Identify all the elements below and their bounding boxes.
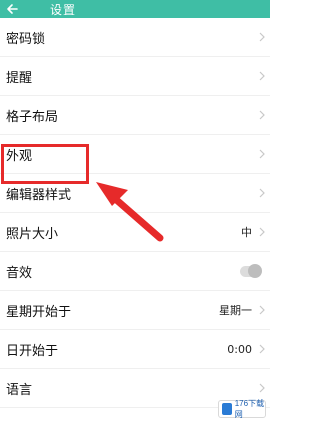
setting-value: 0:00 [227,342,252,356]
chevron-right-icon [258,71,266,81]
chevron-right-icon [258,383,266,393]
chevron-right-icon [258,32,266,42]
setting-label: 照片大小 [6,226,59,242]
setting-sound-effects[interactable]: 音效 [0,252,270,291]
setting-label: 音效 [6,265,33,281]
setting-label: 外观 [6,148,33,164]
setting-grid-layout[interactable]: 格子布局 [0,96,270,135]
chevron-right-icon [258,344,266,354]
chevron-right-icon [258,188,266,198]
watermark: 176下载网 [218,399,266,419]
page-title: 设置 [50,2,77,17]
setting-appearance[interactable]: 外观 [0,135,270,174]
setting-value: 中 [241,226,252,239]
setting-editor-style[interactable]: 编辑器样式 [0,174,270,213]
setting-password-lock[interactable]: 密码锁 [0,18,270,57]
setting-label: 提醒 [6,70,33,86]
setting-label: 星期开始于 [6,304,72,320]
watermark-text: 176下载网 [234,399,265,419]
back-arrow-icon[interactable] [6,0,26,18]
setting-photo-size[interactable]: 照片大小 中 [0,213,270,252]
site-logo-icon [222,403,232,415]
sound-toggle[interactable] [240,263,262,278]
toggle-knob [248,263,262,278]
setting-label: 日开始于 [6,343,59,359]
setting-label: 格子布局 [6,109,59,125]
chevron-right-icon [258,305,266,315]
setting-week-start[interactable]: 星期开始于 星期一 [0,291,270,330]
settings-list: 密码锁 提醒 格子布局 外观 编辑器样式 照片大小 中 音效 星期开始于 星期一… [0,18,270,408]
setting-label: 语言 [6,382,33,398]
chevron-right-icon [258,110,266,120]
setting-value: 星期一 [219,304,252,317]
setting-reminder[interactable]: 提醒 [0,57,270,96]
chevron-right-icon [258,227,266,237]
setting-label: 编辑器样式 [6,187,72,203]
app-bar: 设置 [0,0,270,18]
setting-label: 密码锁 [6,31,46,47]
setting-day-start[interactable]: 日开始于 0:00 [0,330,270,369]
chevron-right-icon [258,149,266,159]
